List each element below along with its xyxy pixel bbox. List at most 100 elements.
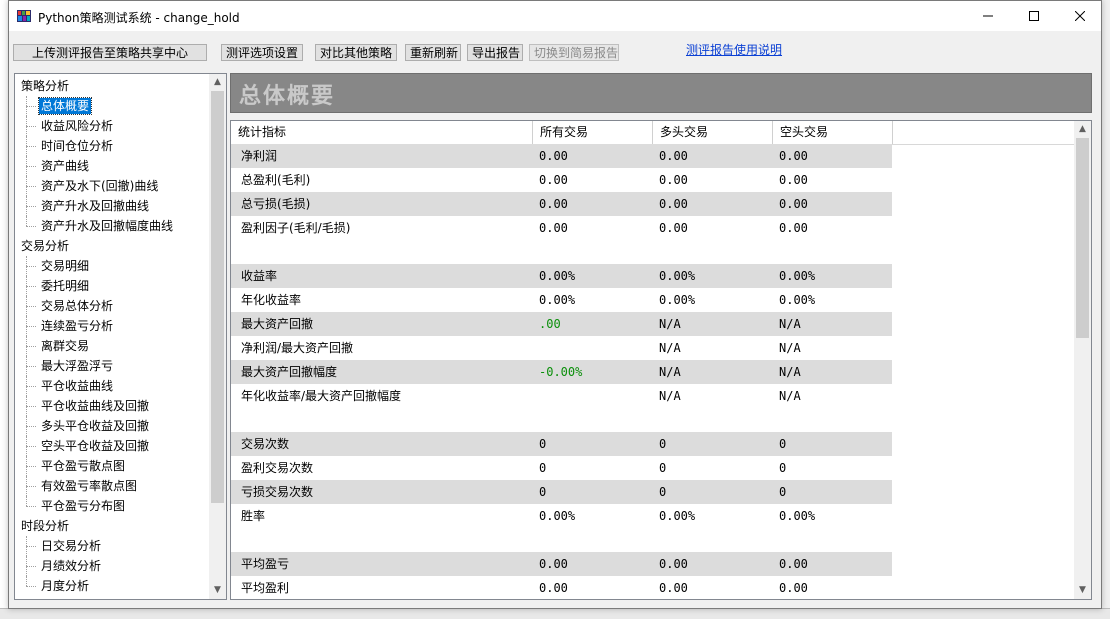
tree-group[interactable]: 策略分析 bbox=[15, 76, 211, 96]
table-header: 统计指标 所有交易 多头交易 空头交易 bbox=[231, 121, 1076, 145]
table-row[interactable]: 交易次数 0 0 0 bbox=[231, 432, 892, 456]
table-row[interactable]: 总盈利(毛利) 0.00 0.00 0.00 bbox=[231, 168, 892, 192]
tree-item[interactable]: 平仓收益曲线 bbox=[15, 376, 211, 396]
background-window-bottom bbox=[0, 608, 1110, 619]
tree-item[interactable]: 连续盈亏分析 bbox=[15, 316, 211, 336]
tree-item[interactable]: 最大浮盈浮亏 bbox=[15, 356, 211, 376]
tree-item[interactable]: 资产升水及回撤曲线 bbox=[15, 196, 211, 216]
evaluation-options-button[interactable]: 测评选项设置 bbox=[221, 44, 303, 61]
all-trades-cell: 0.00% bbox=[539, 509, 576, 523]
short-trades-cell: 0 bbox=[779, 437, 787, 451]
table-row[interactable]: 总亏损(毛损) 0.00 0.00 0.00 bbox=[231, 192, 892, 216]
table-row[interactable]: 平均盈利 0.00 0.00 0.00 bbox=[231, 576, 892, 599]
tree-item-label: 交易明细 bbox=[41, 259, 90, 273]
all-trades-cell: 0 bbox=[539, 437, 547, 451]
close-button[interactable] bbox=[1057, 1, 1103, 31]
tree-item[interactable]: 平仓盈亏分布图 bbox=[15, 496, 211, 516]
tree-item[interactable]: 委托明细 bbox=[15, 276, 211, 296]
long-trades-cell: 0.00% bbox=[659, 509, 696, 523]
column-header-long-trades[interactable]: 多头交易 bbox=[653, 121, 773, 144]
tree-item[interactable]: 资产曲线 bbox=[15, 156, 211, 176]
all-trades-cell: 0.00 bbox=[539, 197, 568, 211]
tree-item[interactable]: 交易总体分析 bbox=[15, 296, 211, 316]
long-trades-cell: 0.00 bbox=[659, 221, 688, 235]
long-trades-cell: N/A bbox=[659, 341, 681, 355]
table-row[interactable]: 收益率 0.00% 0.00% 0.00% bbox=[231, 264, 892, 288]
tree-item[interactable]: 多头平仓收益及回撤 bbox=[15, 416, 211, 436]
metric-cell: 交易次数 bbox=[241, 437, 290, 451]
table-scrollbar[interactable]: ▲ ▼ bbox=[1074, 121, 1091, 599]
column-header-short-trades[interactable]: 空头交易 bbox=[773, 121, 893, 144]
upload-report-button[interactable]: 上传测评报告至策略共享中心 bbox=[13, 44, 207, 61]
tree-item-label: 资产升水及回撤曲线 bbox=[41, 199, 150, 213]
tree-item-label: 平仓收益曲线 bbox=[41, 379, 114, 393]
table-row[interactable]: 盈利交易次数 0 0 0 bbox=[231, 456, 892, 480]
tree-item[interactable]: 日交易分析 bbox=[15, 536, 211, 556]
short-trades-cell: 0 bbox=[779, 461, 787, 475]
table-row[interactable] bbox=[231, 528, 892, 552]
tree-item[interactable]: 资产升水及回撤幅度曲线 bbox=[15, 216, 211, 236]
tree-scrollbar[interactable]: ▲ ▼ bbox=[209, 74, 226, 599]
table-row[interactable]: 盈利因子(毛利/毛损) 0.00 0.00 0.00 bbox=[231, 216, 892, 240]
maximize-icon bbox=[1029, 11, 1039, 21]
tree-item[interactable]: 收益风险分析 bbox=[15, 116, 211, 136]
tree-group[interactable]: 交易分析 bbox=[15, 236, 211, 256]
table-row[interactable]: 年化收益率 0.00% 0.00% 0.00% bbox=[231, 288, 892, 312]
column-header-all-trades[interactable]: 所有交易 bbox=[533, 121, 653, 144]
long-trades-cell: 0.00 bbox=[659, 173, 688, 187]
long-trades-cell: 0.00 bbox=[659, 581, 688, 595]
table-row[interactable]: 年化收益率/最大资产回撤幅度 N/A N/A bbox=[231, 384, 892, 408]
tree-item[interactable]: 总体概要 bbox=[15, 96, 211, 116]
scroll-up-icon[interactable]: ▲ bbox=[209, 74, 226, 91]
short-trades-cell: N/A bbox=[779, 341, 801, 355]
metric-cell: 盈利交易次数 bbox=[241, 461, 314, 475]
switch-simple-report-button[interactable]: 切换到简易报告 bbox=[529, 44, 619, 61]
long-trades-cell: 0 bbox=[659, 437, 667, 451]
title-bar[interactable]: Python策略测试系统 - change_hold bbox=[9, 1, 1101, 31]
column-header-metric[interactable]: 统计指标 bbox=[231, 121, 533, 144]
minimize-button[interactable] bbox=[965, 1, 1011, 31]
export-report-button[interactable]: 导出报告 bbox=[467, 44, 523, 61]
table-row[interactable]: 胜率 0.00% 0.00% 0.00% bbox=[231, 504, 892, 528]
scroll-down-icon[interactable]: ▼ bbox=[209, 582, 226, 599]
short-trades-cell: N/A bbox=[779, 389, 801, 403]
short-trades-cell: 0.00 bbox=[779, 173, 808, 187]
tree-item[interactable]: 离群交易 bbox=[15, 336, 211, 356]
scroll-down-icon[interactable]: ▼ bbox=[1074, 582, 1091, 599]
tree-item[interactable]: 平仓收益曲线及回撤 bbox=[15, 396, 211, 416]
table-row[interactable] bbox=[231, 408, 892, 432]
compare-strategies-button[interactable]: 对比其他策略 bbox=[315, 44, 397, 61]
table-row[interactable]: 平均盈亏 0.00 0.00 0.00 bbox=[231, 552, 892, 576]
tree-item[interactable]: 平仓盈亏散点图 bbox=[15, 456, 211, 476]
tree-item[interactable]: 资产及水下(回撤)曲线 bbox=[15, 176, 211, 196]
scroll-up-icon[interactable]: ▲ bbox=[1074, 121, 1091, 138]
long-trades-cell: 0.00 bbox=[659, 197, 688, 211]
table-row[interactable]: 最大资产回撤 .00 N/A N/A bbox=[231, 312, 892, 336]
tree-item[interactable]: 月绩效分析 bbox=[15, 556, 211, 576]
tree-item[interactable]: 空头平仓收益及回撤 bbox=[15, 436, 211, 456]
tree-item[interactable]: 交易明细 bbox=[15, 256, 211, 276]
report-panel: 总体概要 统计指标 所有交易 多头交易 空头交易 净利润 0.00 0.00 0.00… bbox=[230, 73, 1092, 600]
short-trades-cell: N/A bbox=[779, 317, 801, 331]
tree-item-label: 有效盈亏率散点图 bbox=[41, 479, 138, 493]
tree-group-label: 策略分析 bbox=[21, 79, 70, 93]
tree-item-label: 空头平仓收益及回撤 bbox=[41, 439, 150, 453]
all-trades-cell: 0.00% bbox=[539, 293, 576, 307]
tree-item[interactable]: 有效盈亏率散点图 bbox=[15, 476, 211, 496]
long-trades-cell: 0 bbox=[659, 485, 667, 499]
table-row[interactable]: 最大资产回撤幅度 -0.00% N/A N/A bbox=[231, 360, 892, 384]
tree-item[interactable]: 月度分析 bbox=[15, 576, 211, 596]
table-row[interactable]: 净利润 0.00 0.00 0.00 bbox=[231, 144, 892, 168]
report-help-link[interactable]: 测评报告使用说明 bbox=[686, 41, 782, 58]
tree-group[interactable]: 时段分析 bbox=[15, 516, 211, 536]
tree-item-label: 日交易分析 bbox=[41, 539, 102, 553]
analysis-tree: 策略分析 总体概要 收益风险分析 时间仓位分析 资产曲线 资产及水下(回撤)曲线 资产升水及… bbox=[14, 73, 227, 600]
maximize-button[interactable] bbox=[1011, 1, 1057, 31]
table-row[interactable]: 净利润/最大资产回撤 N/A N/A bbox=[231, 336, 892, 360]
refresh-button[interactable]: 重新刷新 bbox=[405, 44, 461, 61]
table-row[interactable] bbox=[231, 240, 892, 264]
table-scroll-thumb[interactable] bbox=[1076, 138, 1089, 338]
tree-scroll-thumb[interactable] bbox=[211, 91, 224, 503]
table-row[interactable]: 亏损交易次数 0 0 0 bbox=[231, 480, 892, 504]
tree-item[interactable]: 时间仓位分析 bbox=[15, 136, 211, 156]
